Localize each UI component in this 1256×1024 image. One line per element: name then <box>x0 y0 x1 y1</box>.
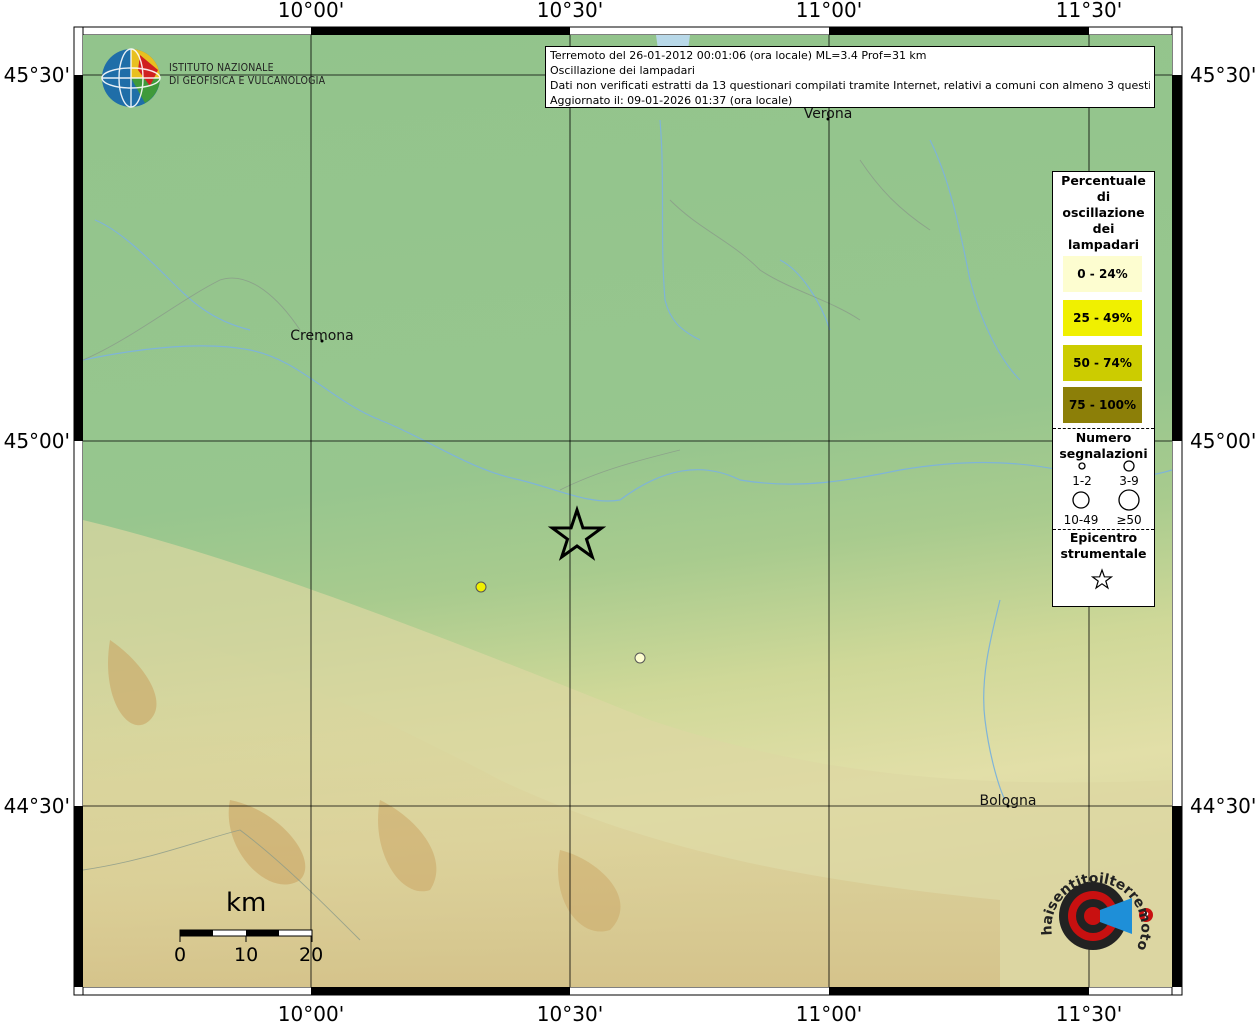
legend-swatch-3: 75 - 100% <box>1063 387 1142 423</box>
ingv-logo-text: ISTITUTO NAZIONALE DI GEOFISICA E VULCAN… <box>169 62 325 88</box>
right-tick-label: 45°00' <box>1190 429 1256 453</box>
legend: Percentuale di oscillazione dei lampadar… <box>1052 171 1155 607</box>
legend-swatch-1: 25 - 49% <box>1063 300 1142 336</box>
logo-line: DI GEOFISICA E VULCANOLOGIA <box>169 75 326 87</box>
scale-label: 20 <box>299 944 324 966</box>
legend-swatch-2: 50 - 74% <box>1063 345 1142 381</box>
bottom-tick-label: 11°00' <box>796 1002 862 1024</box>
right-tick-label: 45°30' <box>1190 63 1256 87</box>
legend-star-icon <box>1091 568 1113 590</box>
updated-line: Aggiornato il: 09-01-2026 01:37 (ora loc… <box>550 94 793 107</box>
subtitle-line: Oscillazione dei lampadari <box>550 64 695 77</box>
left-tick-label: 45°00' <box>4 429 70 453</box>
count-label: 1-2 <box>1072 474 1092 488</box>
left-tick-label: 44°30' <box>4 794 70 818</box>
scale-unit: km <box>226 888 267 918</box>
scale-label: 10 <box>234 944 259 966</box>
terrain <box>83 35 1172 987</box>
top-tick-label: 11°00' <box>796 0 862 22</box>
bottom-tick-label: 10°00' <box>278 1002 344 1024</box>
left-tick-label: 45°30' <box>4 63 70 87</box>
count-label: 3-9 <box>1119 474 1139 488</box>
info-box: Terremoto del 26-01-2012 00:01:06 (ora l… <box>545 46 1155 108</box>
count-label: ≥50 <box>1116 513 1142 527</box>
note-line: Dati non verificati estratti da 13 quest… <box>550 79 1150 92</box>
top-tick-label: 10°30' <box>537 0 603 22</box>
top-tick-label: 11°30' <box>1056 0 1122 22</box>
top-tick-label: 10°00' <box>278 0 344 22</box>
count-label: 10-49 <box>1063 513 1099 527</box>
bottom-tick-label: 11°30' <box>1056 1002 1122 1024</box>
legend-title: Percentuale di oscillazione dei lampadar… <box>1061 173 1146 252</box>
event-line: Terremoto del 26-01-2012 00:01:06 (ora l… <box>550 49 927 62</box>
bottom-tick-label: 10°30' <box>537 1002 603 1024</box>
legend-swatch-0: 0 - 24% <box>1063 256 1142 292</box>
epicenter-title: Epicentro strumentale <box>1060 530 1147 561</box>
observation-point <box>475 581 487 593</box>
right-tick-label: 44°30' <box>1190 794 1256 818</box>
logo-line: ISTITUTO NAZIONALE <box>169 62 274 74</box>
observation-point <box>634 652 646 664</box>
legend-divider <box>1053 428 1154 429</box>
scale-label: 0 <box>174 944 187 966</box>
ingv-logo-icon <box>101 48 161 108</box>
